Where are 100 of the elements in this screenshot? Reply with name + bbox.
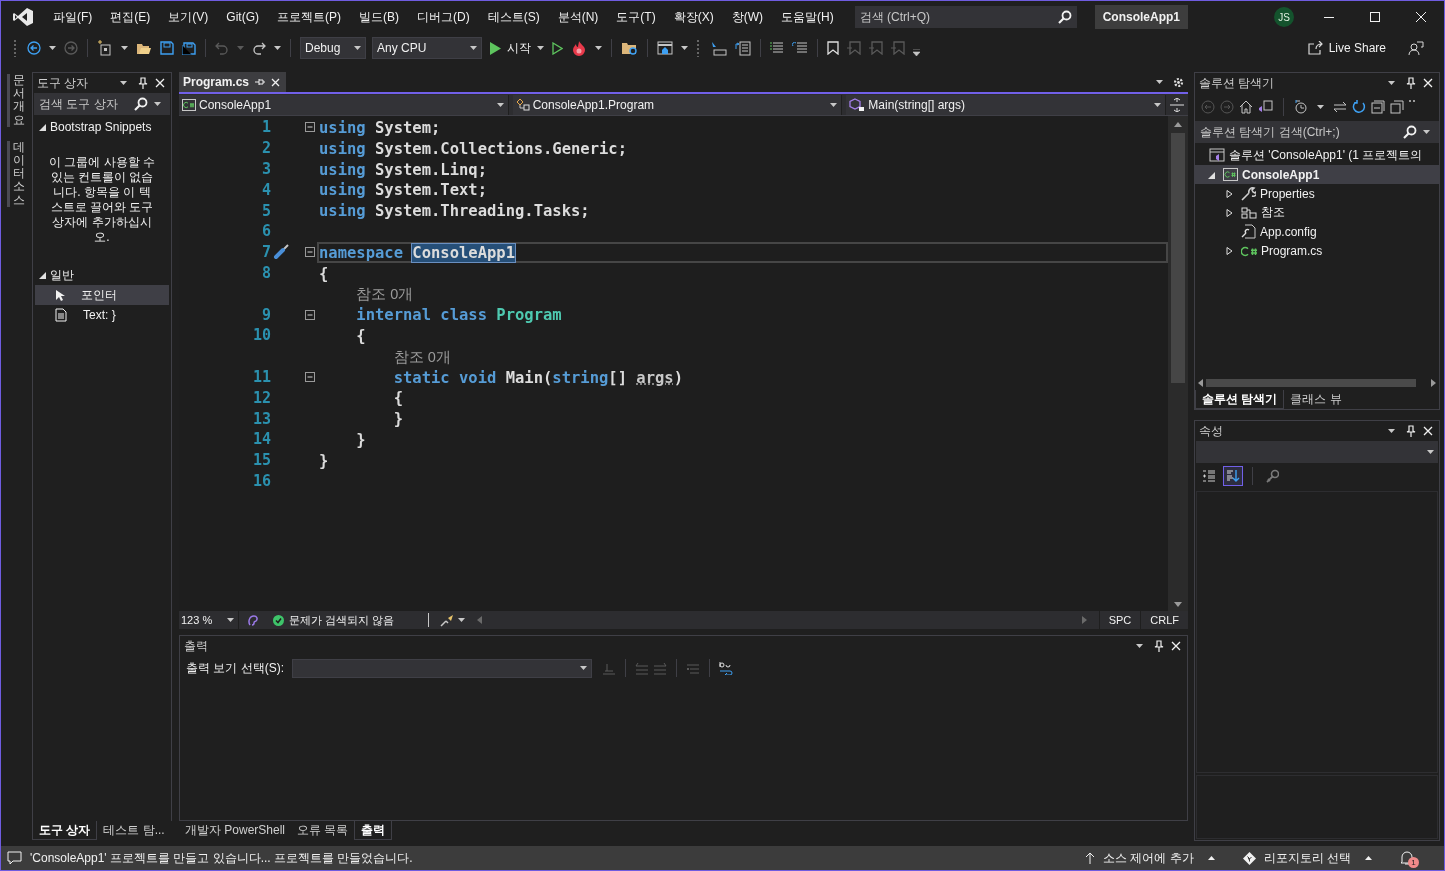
scroll-left-icon[interactable] [1198,379,1203,387]
scroll-left-icon[interactable] [477,616,483,624]
menu-item[interactable]: 빌드(B) [350,6,408,28]
close-icon[interactable] [155,78,165,88]
save-icon[interactable] [160,41,174,55]
word-wrap-icon[interactable] [719,661,735,675]
caret-icon[interactable] [580,666,587,670]
pin-icon[interactable] [1406,425,1416,437]
caret-icon[interactable] [49,46,56,50]
search-icon[interactable] [1057,10,1072,24]
line-ending-indicator[interactable]: CRLF [1140,611,1188,629]
expander-icon[interactable] [1225,208,1233,217]
new-item-icon[interactable] [97,40,113,56]
switch-views-icon[interactable] [1258,100,1273,114]
user-avatar[interactable]: JS [1274,7,1294,27]
panel-tab[interactable]: 클래스 뷰 [1284,390,1348,409]
intellicode-icon[interactable] [247,614,259,626]
window-layout-icon[interactable] [657,40,673,56]
pin-icon[interactable] [255,78,266,86]
scrollbar-thumb[interactable] [1206,379,1416,387]
open-folder-icon[interactable] [136,41,152,55]
screwdriver-icon[interactable] [273,244,289,261]
scrollbar-thumb[interactable] [1171,133,1185,383]
undo-icon[interactable] [215,41,229,55]
zoom-dropdown[interactable]: 123 % [179,611,239,629]
tree-item[interactable]: 참조 [1195,203,1439,222]
tree-item[interactable]: 솔루션 'ConsoleApp1' (1 프로젝트의 [1195,146,1439,165]
caret-icon[interactable] [595,46,602,50]
collapse-icon[interactable] [305,371,315,382]
search-field[interactable]: 검색 (Ctrl+Q) [854,6,1053,28]
pin-icon[interactable] [138,77,148,89]
expander-icon[interactable] [1207,170,1215,179]
close-icon[interactable] [271,77,281,87]
scroll-up-icon[interactable] [1174,122,1182,127]
pin-icon[interactable] [1154,640,1164,652]
document-tab[interactable]: Program.cs [179,72,287,92]
toolbox-item[interactable]: 포인터 [35,285,169,305]
search-button[interactable] [129,93,170,115]
menu-item[interactable]: 분석(N) [548,6,608,28]
overflow-icon[interactable] [913,48,920,56]
menu-item[interactable]: 프로젝트(P) [268,6,350,28]
menu-item[interactable]: Git(G) [217,6,268,28]
search-button[interactable] [1398,121,1439,143]
toolbox-item[interactable]: Text: } [35,305,169,325]
bell-icon[interactable] [1400,851,1414,865]
group-header[interactable]: 일반 [50,266,74,284]
sync-icon[interactable] [1333,101,1347,113]
panel-tab[interactable]: 개발자 PowerShell [179,821,292,840]
code-cleanup-icon[interactable] [440,613,455,627]
tree-item[interactable]: ConsoleApp1 [1195,165,1439,184]
redo-icon[interactable] [252,41,266,55]
menu-item[interactable]: 테스트(S) [478,6,549,28]
caret-icon[interactable] [681,46,688,50]
comment-icon[interactable] [770,42,784,54]
caret-icon[interactable] [1136,644,1143,648]
expander-icon[interactable] [39,123,46,131]
search-button[interactable] [1052,6,1077,28]
save-all-icon[interactable] [182,41,196,55]
side-tab[interactable]: 데이터 소스 [7,140,25,207]
search-icon[interactable] [134,97,148,111]
search-field[interactable]: 솔루션 탐색기 검색(Ctrl+;) [1195,121,1398,143]
expander-icon[interactable] [39,271,46,279]
code-lens-text[interactable]: 참조 0개 [317,345,1168,367]
menu-item[interactable]: 보기(V) [159,6,218,28]
close-icon[interactable] [1171,641,1181,651]
show-all-files-icon[interactable] [1390,100,1404,114]
caret-icon[interactable] [537,46,544,50]
back-arrow-icon[interactable] [27,41,41,55]
navigation-dropdown[interactable]: ConsoleApp1.Program [512,94,843,115]
configuration-dropdown[interactable]: Debug [300,37,366,59]
caret-icon[interactable] [1423,130,1430,134]
group-header[interactable]: Bootstrap Snippets [50,120,152,134]
menu-item[interactable]: 확장(X) [664,6,723,28]
forward-arrow-icon[interactable] [64,41,78,55]
caret-icon[interactable] [154,102,161,106]
caret-icon[interactable] [1156,80,1163,84]
navigation-dropdown[interactable]: ConsoleApp1 [179,94,509,115]
refresh-icon[interactable] [1352,100,1366,114]
live-share-button[interactable]: Live Share [1307,41,1386,55]
panel-tab[interactable]: 오류 목록 [291,821,355,840]
caret-icon[interactable] [1388,81,1395,85]
pin-icon[interactable] [1406,77,1416,89]
caret-icon[interactable] [121,46,128,50]
navigation-dropdown[interactable]: Main(string[] args) [846,94,1166,115]
view-button[interactable] [1223,466,1243,486]
panel-tab[interactable]: 도구 상자 [32,821,98,840]
menu-item[interactable]: 디버그(D) [408,6,479,28]
start-button[interactable]: 시작 [488,37,533,59]
home-icon[interactable] [1239,100,1253,114]
code-lens-text[interactable]: 참조 0개 [317,283,1168,305]
search-icon[interactable] [1403,125,1417,139]
tree-item[interactable]: App.config [1195,222,1439,241]
folder-search-icon[interactable] [621,40,638,56]
scroll-down-icon[interactable] [1174,602,1182,607]
caret-icon[interactable] [120,81,127,85]
history-icon[interactable] [1294,100,1308,114]
run-without-debugging-icon[interactable] [552,41,563,55]
panel-tab[interactable]: 솔루션 탐색기 [1195,390,1285,409]
collapse-icon[interactable] [305,122,315,133]
feedback-icon[interactable] [1408,40,1424,56]
